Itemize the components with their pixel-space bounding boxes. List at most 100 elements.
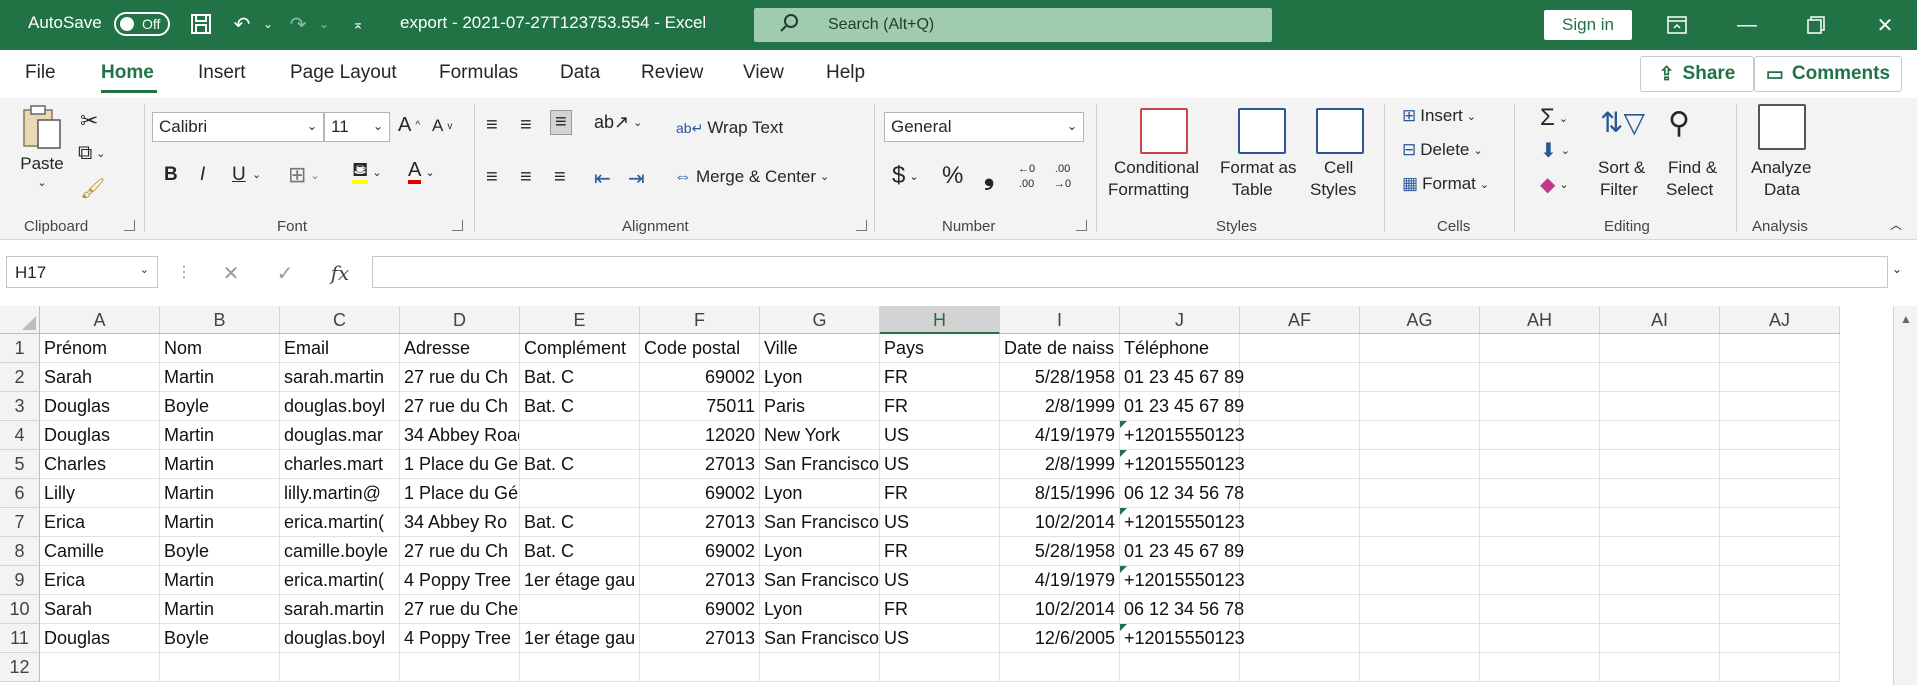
table-cell[interactable]: 27 rue du Ch [400, 537, 520, 566]
table-cell[interactable]: 1er étage gau [520, 624, 640, 653]
column-header-af[interactable]: AF [1240, 306, 1360, 334]
table-cell[interactable] [1360, 624, 1480, 653]
table-cell[interactable]: sarah.martin [280, 595, 400, 624]
table-cell[interactable]: charles.mart [280, 450, 400, 479]
table-cell[interactable]: US [880, 508, 1000, 537]
table-cell[interactable] [1720, 595, 1840, 624]
undo-icon[interactable]: ↶ [228, 10, 256, 38]
tab-home[interactable]: Home [101, 62, 154, 84]
table-cell[interactable] [1480, 450, 1600, 479]
table-cell[interactable]: 69002 [640, 363, 760, 392]
table-cell[interactable]: 27013 [640, 450, 760, 479]
autosave-toggle[interactable]: Off [114, 12, 170, 36]
align-right-icon[interactable]: ≡ [554, 166, 566, 189]
bold-button[interactable]: B [164, 164, 178, 186]
table-cell[interactable] [1360, 479, 1480, 508]
table-cell[interactable] [1720, 479, 1840, 508]
share-button[interactable]: ⇪ Share [1640, 56, 1754, 92]
table-cell[interactable]: Lyon [760, 363, 880, 392]
table-cell[interactable]: 27013 [640, 508, 760, 537]
table-cell[interactable]: Douglas [40, 392, 160, 421]
table-cell[interactable] [1360, 537, 1480, 566]
column-header-j[interactable]: J [1120, 306, 1240, 334]
header-cell[interactable]: Email [280, 334, 400, 363]
table-cell[interactable] [1600, 450, 1720, 479]
table-cell[interactable] [1720, 653, 1840, 682]
table-cell[interactable] [1600, 566, 1720, 595]
table-cell[interactable]: 12/6/2005 [1000, 624, 1120, 653]
column-header-f[interactable]: F [640, 306, 760, 334]
table-cell[interactable]: douglas.mar [280, 421, 400, 450]
table-cell[interactable]: 4 Poppy Tree [400, 624, 520, 653]
table-cell[interactable]: Bat. C [520, 450, 640, 479]
table-cell[interactable] [1120, 653, 1240, 682]
table-cell[interactable]: Martin [160, 479, 280, 508]
decrease-indent-icon[interactable]: ⇤ [594, 166, 611, 191]
font-color-icon[interactable]: A ⌄ [408, 160, 435, 184]
table-cell[interactable]: +12015550123 [1120, 450, 1245, 479]
header-cell[interactable]: Adresse [400, 334, 520, 363]
row-header-4[interactable]: 4 [0, 421, 40, 450]
table-cell[interactable]: US [880, 450, 1000, 479]
table-cell[interactable]: douglas.boyl [280, 624, 400, 653]
number-dialog-launcher[interactable] [1076, 220, 1087, 231]
table-cell[interactable]: 27013 [640, 566, 760, 595]
table-cell[interactable]: 01 23 45 67 89 [1120, 363, 1244, 392]
tab-help[interactable]: Help [826, 62, 865, 84]
table-cell[interactable]: 27 rue du Ch [400, 392, 520, 421]
table-cell[interactable] [1240, 508, 1360, 537]
table-cell[interactable]: Martin [160, 450, 280, 479]
column-header-c[interactable]: C [280, 306, 400, 334]
table-cell[interactable]: FR [880, 537, 1000, 566]
table-cell[interactable] [1240, 653, 1360, 682]
table-cell[interactable] [1600, 537, 1720, 566]
vertical-scrollbar[interactable]: ▲ [1893, 306, 1917, 685]
table-cell[interactable]: 27013 [640, 624, 760, 653]
table-cell[interactable] [1240, 624, 1360, 653]
row-header-6[interactable]: 6 [0, 479, 40, 508]
search-box[interactable]: Search (Alt+Q) [754, 8, 1272, 42]
formula-input[interactable] [372, 256, 1888, 288]
column-header-h[interactable]: H [880, 306, 1000, 334]
scroll-up-icon[interactable]: ▲ [1900, 312, 1912, 326]
tab-formulas[interactable]: Formulas [439, 62, 518, 84]
table-cell[interactable]: 27 rue du Chemin Vert [400, 595, 520, 624]
decrease-font-size-icon[interactable]: Av [432, 116, 452, 136]
cut-icon[interactable]: ✂ [80, 108, 98, 134]
table-cell[interactable]: 69002 [640, 479, 760, 508]
table-cell[interactable] [40, 653, 160, 682]
table-cell[interactable] [1480, 595, 1600, 624]
table-cell[interactable] [1480, 624, 1600, 653]
table-cell[interactable]: 8/15/1996 [1000, 479, 1120, 508]
customize-quick-access-icon[interactable]: ⌅ [344, 10, 372, 38]
table-cell[interactable]: FR [880, 363, 1000, 392]
table-cell[interactable]: Sarah [40, 363, 160, 392]
table-cell[interactable]: 69002 [640, 595, 760, 624]
header-cell[interactable]: Date de naiss [1000, 334, 1120, 363]
table-cell[interactable]: Paris [760, 392, 880, 421]
wrap-text-button[interactable]: ab↵ Wrap Text [676, 118, 783, 138]
table-cell[interactable] [880, 653, 1000, 682]
table-cell[interactable]: Bat. C [520, 392, 640, 421]
table-cell[interactable]: San Francisco [760, 508, 880, 537]
table-cell[interactable] [1360, 392, 1480, 421]
table-cell[interactable]: erica.martin( [280, 566, 400, 595]
tab-page-layout[interactable]: Page Layout [290, 62, 397, 84]
orientation-icon[interactable]: ab↗ ⌄ [594, 112, 642, 133]
column-header-ai[interactable]: AI [1600, 306, 1720, 334]
copy-icon[interactable]: ⧉ ⌄ [78, 142, 106, 165]
table-cell[interactable]: camille.boyle [280, 537, 400, 566]
borders-icon[interactable]: ⊞ ⌄ [288, 162, 320, 188]
table-cell[interactable]: 1 Place du Ge [400, 450, 520, 479]
row-header-11[interactable]: 11 [0, 624, 40, 653]
header-cell[interactable] [1480, 334, 1600, 363]
clipboard-dialog-launcher[interactable] [124, 220, 135, 231]
ribbon-display-options-icon[interactable] [1662, 11, 1692, 39]
fill-color-icon[interactable]: ⛾ ⌄ [352, 160, 382, 184]
table-cell[interactable] [520, 479, 640, 508]
underline-dropdown-icon[interactable]: ⌄ [252, 168, 261, 181]
tab-file[interactable]: File [25, 62, 56, 84]
table-cell[interactable] [1360, 363, 1480, 392]
table-cell[interactable] [1720, 624, 1840, 653]
center-icon[interactable]: ≡ [520, 166, 532, 189]
